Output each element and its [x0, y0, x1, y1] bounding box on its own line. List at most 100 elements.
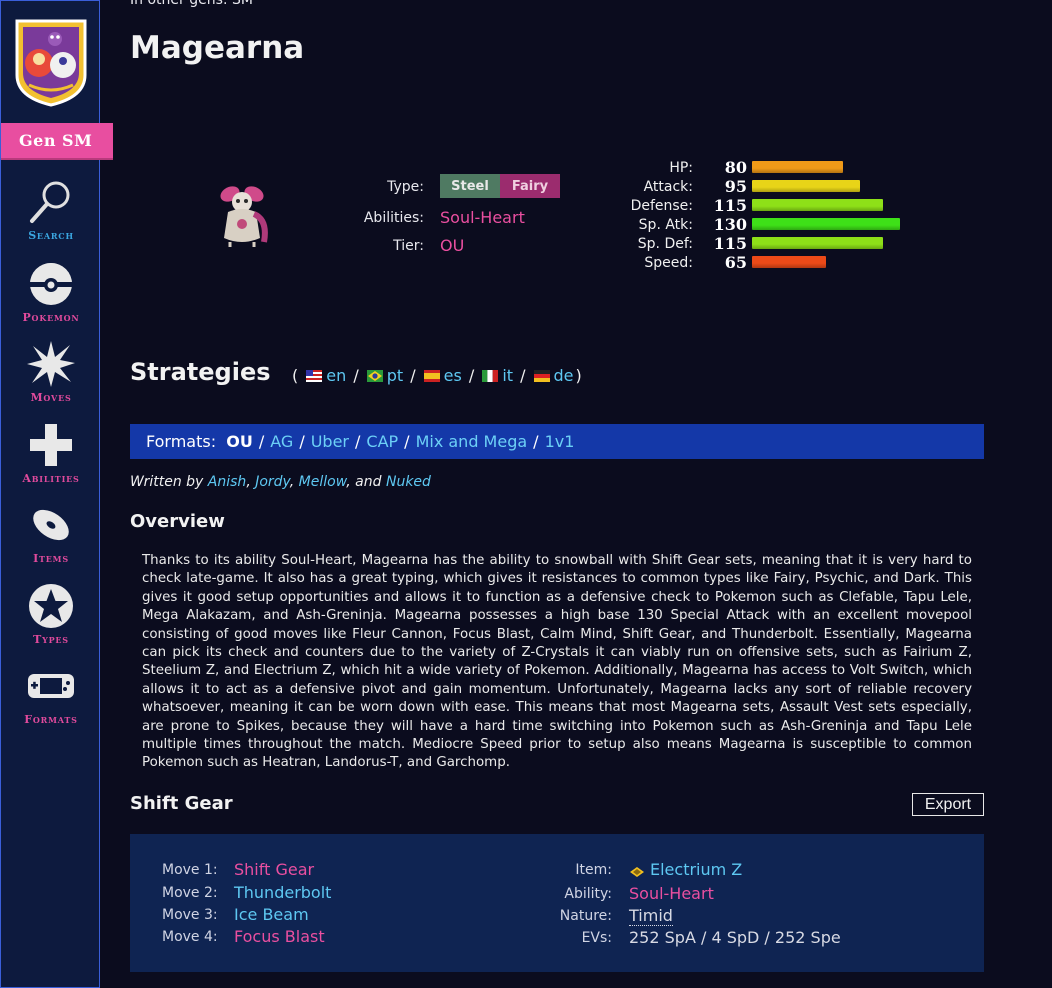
move-label: Move 3:	[162, 907, 218, 923]
smogon-logo[interactable]	[11, 15, 91, 107]
lang-pt-link[interactable]: pt	[387, 366, 403, 385]
us-flag-icon	[306, 369, 323, 382]
stat-bar	[752, 161, 843, 173]
author-link[interactable]: Anish	[208, 474, 247, 490]
written-prefix: Written by	[130, 474, 204, 490]
nav-search-label: Search	[28, 229, 74, 242]
written-by: Written by Anish, Jordy, Mellow, and Nuk…	[130, 474, 431, 490]
format-current: OU	[226, 432, 253, 451]
tier-label: Tier:	[393, 238, 424, 254]
nav-search[interactable]: Search	[1, 177, 101, 242]
it-flag-icon	[482, 369, 499, 382]
stat-bar	[752, 199, 883, 211]
set-heading: Shift Gear	[130, 793, 233, 814]
stat-bar	[752, 256, 826, 268]
set-details: Move 1: Shift Gear Move 2: Thunderbolt M…	[130, 834, 984, 972]
pokeball-icon	[30, 263, 72, 305]
evs-label: EVs:	[581, 930, 612, 946]
de-flag-icon	[533, 369, 550, 382]
star-icon	[29, 584, 73, 628]
gameboy-icon	[28, 674, 74, 698]
stat-value: 130	[713, 215, 747, 234]
item-link[interactable]: Electrium Z	[650, 860, 742, 879]
author-link[interactable]: Mellow	[299, 474, 347, 490]
overview-text: Thanks to its ability Soul-Heart, Magear…	[142, 553, 972, 771]
nav-pokemon-label: Pokemon	[22, 311, 80, 324]
disc-icon	[33, 509, 69, 541]
author-link[interactable]: Nuked	[386, 474, 431, 490]
language-links: ( en / pt / es / it / de )	[292, 366, 582, 385]
tier-link[interactable]: OU	[440, 236, 464, 255]
nav-types-label: Types	[33, 633, 69, 646]
nav-formats[interactable]: Formats	[1, 661, 101, 726]
move-link[interactable]: Focus Blast	[234, 927, 325, 946]
electrium-z-icon	[630, 867, 644, 877]
stat-name: Sp. Def:	[637, 236, 693, 252]
overview-heading: Overview	[130, 511, 225, 532]
move-label: Move 1:	[162, 862, 218, 878]
abilities-label: Abilities:	[363, 210, 424, 226]
formats-label: Formats:	[146, 432, 217, 451]
export-button[interactable]: Export	[912, 793, 984, 816]
move-link[interactable]: Ice Beam	[234, 905, 309, 924]
gen-tab[interactable]: Gen SM	[1, 123, 113, 158]
lang-en-link[interactable]: en	[326, 366, 346, 385]
stat-value: 65	[724, 253, 747, 272]
format-link-1v1[interactable]: 1v1	[545, 432, 575, 451]
nav-moves[interactable]: Moves	[1, 339, 101, 404]
nav-items-label: Items	[33, 552, 69, 565]
stat-value: 80	[724, 158, 747, 177]
evs-value: 252 SpA / 4 SpD / 252 Spe	[629, 928, 841, 947]
move-label: Move 4:	[162, 929, 218, 945]
move-link[interactable]: Shift Gear	[234, 860, 314, 879]
stat-name: HP:	[669, 160, 693, 176]
item-label: Item:	[575, 862, 612, 878]
written-and: and	[355, 474, 382, 490]
stat-name: Sp. Atk:	[638, 217, 693, 233]
br-flag-icon	[366, 369, 383, 382]
type-label: Type:	[387, 179, 424, 195]
format-link-mix-and-mega[interactable]: Mix and Mega	[416, 432, 528, 451]
plus-icon	[30, 424, 72, 466]
nature-label: Nature:	[559, 908, 612, 924]
ability-link[interactable]: Soul-Heart	[440, 208, 525, 227]
lang-es-link[interactable]: es	[444, 366, 462, 385]
nav-items[interactable]: Items	[1, 500, 101, 565]
stat-name: Speed:	[644, 255, 693, 271]
nature-value[interactable]: Timid	[629, 906, 673, 926]
stat-bar	[752, 237, 883, 249]
stat-value: 115	[713, 196, 747, 215]
formats-bar: Formats: OU / AG / Uber / CAP / Mix and Mega…	[130, 424, 984, 459]
stat-name: Attack:	[643, 179, 693, 195]
stat-bar	[752, 180, 860, 192]
stat-name: Defense:	[630, 198, 693, 214]
type-badge-steel[interactable]: Steel	[440, 174, 500, 198]
lang-de-link[interactable]: de	[554, 366, 574, 385]
ability-label: Ability:	[564, 886, 612, 902]
sidebar: Gen SM Search Pokemon Moves Abilities It…	[0, 0, 113, 988]
pokemon-sprite	[220, 186, 268, 247]
open-paren: (	[292, 366, 299, 385]
search-icon	[30, 181, 70, 223]
nav-moves-label: Moves	[30, 391, 72, 404]
nav-abilities-label: Abilities	[22, 472, 80, 485]
nav-types[interactable]: Types	[1, 581, 101, 646]
type-badge-fairy[interactable]: Fairy	[500, 174, 560, 198]
move-link[interactable]: Thunderbolt	[234, 883, 331, 902]
page-title: Magearna	[130, 30, 305, 66]
close-paren: )	[575, 366, 582, 385]
stat-value: 115	[713, 234, 747, 253]
nav-abilities[interactable]: Abilities	[1, 420, 101, 485]
other-gens-text: In other gens: SM	[130, 0, 253, 8]
format-link-cap[interactable]: CAP	[366, 432, 398, 451]
strategies-heading: Strategies	[130, 358, 271, 386]
format-link-uber[interactable]: Uber	[311, 432, 349, 451]
format-link-ag[interactable]: AG	[270, 432, 293, 451]
move-label: Move 2:	[162, 885, 218, 901]
es-flag-icon	[423, 369, 440, 382]
author-link[interactable]: Jordy	[255, 474, 290, 490]
set-ability-link[interactable]: Soul-Heart	[629, 884, 714, 903]
stat-value: 95	[724, 177, 747, 196]
lang-it-link[interactable]: it	[502, 366, 513, 385]
nav-pokemon[interactable]: Pokemon	[1, 259, 101, 324]
